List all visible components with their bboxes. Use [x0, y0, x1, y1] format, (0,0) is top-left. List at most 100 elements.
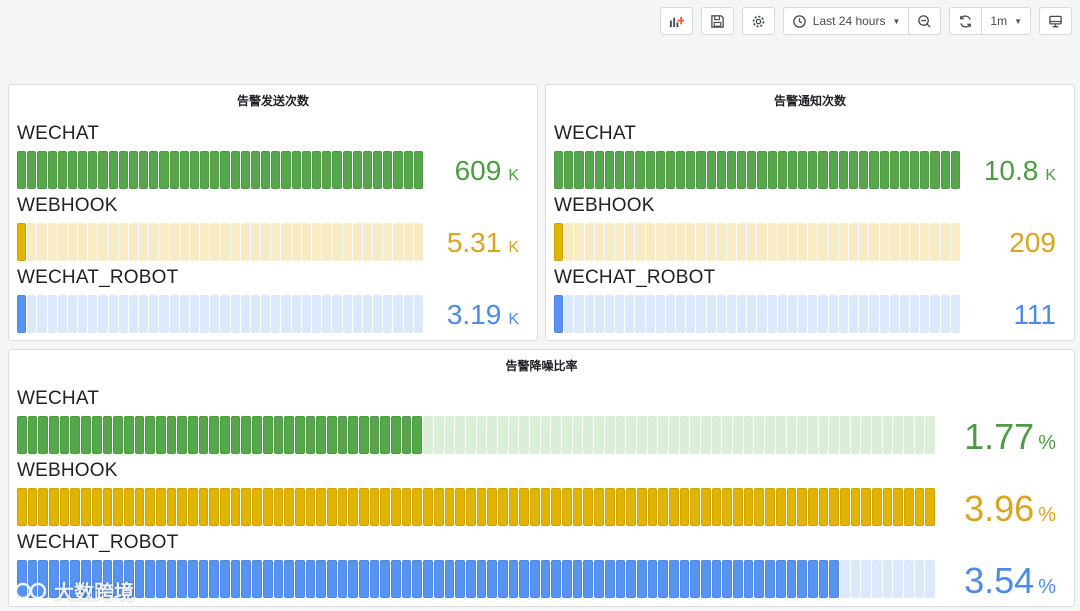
gauge-cell-filled [497, 488, 508, 526]
gauge-cell-filled [262, 560, 273, 598]
panel-title[interactable]: 告警通知次数 [546, 92, 1074, 109]
gauge-cell-filled [145, 416, 155, 454]
gauge-cell-filled [262, 488, 273, 526]
gauge-cell-empty [179, 223, 189, 261]
bar-gauge[interactable] [554, 223, 960, 261]
refresh-interval-picker[interactable]: 1m ▼ [982, 7, 1031, 35]
gauge-cell-empty [807, 416, 818, 454]
gauge-cell-filled [59, 416, 70, 454]
gauge-cell-filled [925, 488, 936, 526]
gauge-cell-filled [113, 416, 123, 454]
gauge-cell-filled [177, 488, 187, 526]
bar-gauge[interactable] [17, 416, 936, 454]
gauge-cell-filled [118, 151, 128, 189]
gauge-cell-empty [889, 295, 899, 333]
gauge-cell-filled [134, 416, 145, 454]
gauge-cell-filled [497, 560, 508, 598]
gauge-cell-empty [564, 223, 574, 261]
gauge-cell-filled [604, 151, 615, 189]
gauge-cell-filled [38, 488, 49, 526]
gauge-cell-empty [879, 295, 889, 333]
gauge-cell-empty [910, 295, 920, 333]
gauge-cell-filled [711, 560, 722, 598]
row-label: WEBHOOK [17, 460, 118, 481]
gauge-cell-filled [271, 151, 281, 189]
gauge-cell-empty [925, 560, 936, 598]
gauge-cell-filled [433, 560, 444, 598]
gauge-cell-empty [352, 295, 362, 333]
gauge-cell-filled [27, 416, 38, 454]
row-label: WECHAT [554, 123, 637, 144]
panel-title[interactable]: 告警降噪比率 [9, 357, 1074, 374]
save-dashboard-button[interactable] [700, 7, 734, 35]
gauge-cell-filled [322, 151, 332, 189]
gauge-cell-filled [252, 488, 262, 526]
gauge-cell-filled [733, 488, 743, 526]
gauge-cell-empty [904, 560, 914, 598]
panel-title[interactable]: 告警发送次数 [9, 92, 537, 109]
gauge-cell-filled [465, 488, 476, 526]
gauge-cell-empty [726, 223, 737, 261]
gauge-cell-filled [668, 560, 679, 598]
zoom-out-button[interactable] [909, 7, 942, 35]
stat-value: 3.96% [964, 488, 1056, 530]
gauge-cell-filled [584, 151, 594, 189]
panel-alert-notify-count: 告警通知次数 WECHAT 10.8 K WEBHOOK 209 WECHAT_ROBOT… [545, 84, 1075, 341]
gauge-cell-filled [37, 151, 47, 189]
gauge-cell-empty [261, 295, 271, 333]
bar-gauge[interactable] [554, 151, 960, 189]
gauge-cell-empty [850, 560, 861, 598]
gauge-cell-empty [850, 416, 861, 454]
gauge-cell-filled [380, 560, 391, 598]
refresh-interval-label: 1m [990, 14, 1008, 28]
gauge-cell-filled [209, 416, 220, 454]
gauge-cell-empty [564, 295, 574, 333]
bar-gauge[interactable] [17, 223, 423, 261]
gauge-cell-empty [676, 295, 686, 333]
tv-mode-button[interactable] [1039, 7, 1072, 35]
gauge-cell-filled [332, 151, 342, 189]
gauge-cell-filled [250, 151, 261, 189]
gauge-cell-filled [241, 488, 252, 526]
gauge-cell-filled [305, 560, 316, 598]
gauge-cell-empty [98, 295, 108, 333]
gauge-cell-filled [615, 151, 625, 189]
gauge-cell-filled [554, 151, 564, 189]
gauge-cell-empty [940, 295, 950, 333]
time-range-picker[interactable]: Last 24 hours ▼ [782, 7, 910, 35]
gauge-cell-filled [128, 151, 139, 189]
bar-gauge[interactable] [17, 151, 423, 189]
bar-gauge[interactable] [17, 488, 936, 526]
bar-gauge[interactable] [554, 295, 960, 333]
stat-number: 5.31 [446, 227, 502, 258]
gauge-cell-empty [594, 416, 604, 454]
gauge-cell-empty [362, 223, 373, 261]
gauge-cell-filled [49, 416, 59, 454]
gauge-cell-empty [342, 295, 352, 333]
gauge-cell-filled [798, 151, 808, 189]
row-label: WEBHOOK [17, 195, 118, 216]
gauge-cell-empty [808, 295, 818, 333]
gauge-cell-filled [910, 151, 920, 189]
dashboard-settings-button[interactable] [741, 7, 775, 35]
gauge-cell-filled [519, 488, 529, 526]
gauge-cell-filled [706, 151, 716, 189]
bar-gauge[interactable] [17, 295, 423, 333]
refresh-button[interactable] [949, 7, 983, 35]
gauge-cell-empty [706, 295, 716, 333]
gauge-cell-empty [757, 223, 767, 261]
gauge-cell-filled [679, 560, 690, 598]
bar-gauge[interactable] [17, 560, 936, 598]
gauge-cell-filled [369, 488, 380, 526]
gauge-cell-filled [636, 488, 647, 526]
gauge-cell-filled [737, 151, 747, 189]
gauge-cell-empty [859, 223, 869, 261]
gauge-cell-empty [250, 295, 261, 333]
stat-number: 3.54 [964, 560, 1035, 601]
gauge-cell-filled [647, 488, 658, 526]
refresh-icon [960, 14, 972, 28]
gauge-cell-empty [777, 223, 787, 261]
add-panel-button[interactable] [659, 7, 693, 35]
gauge-cell-filled [49, 488, 59, 526]
gauge-cell-filled [807, 488, 818, 526]
